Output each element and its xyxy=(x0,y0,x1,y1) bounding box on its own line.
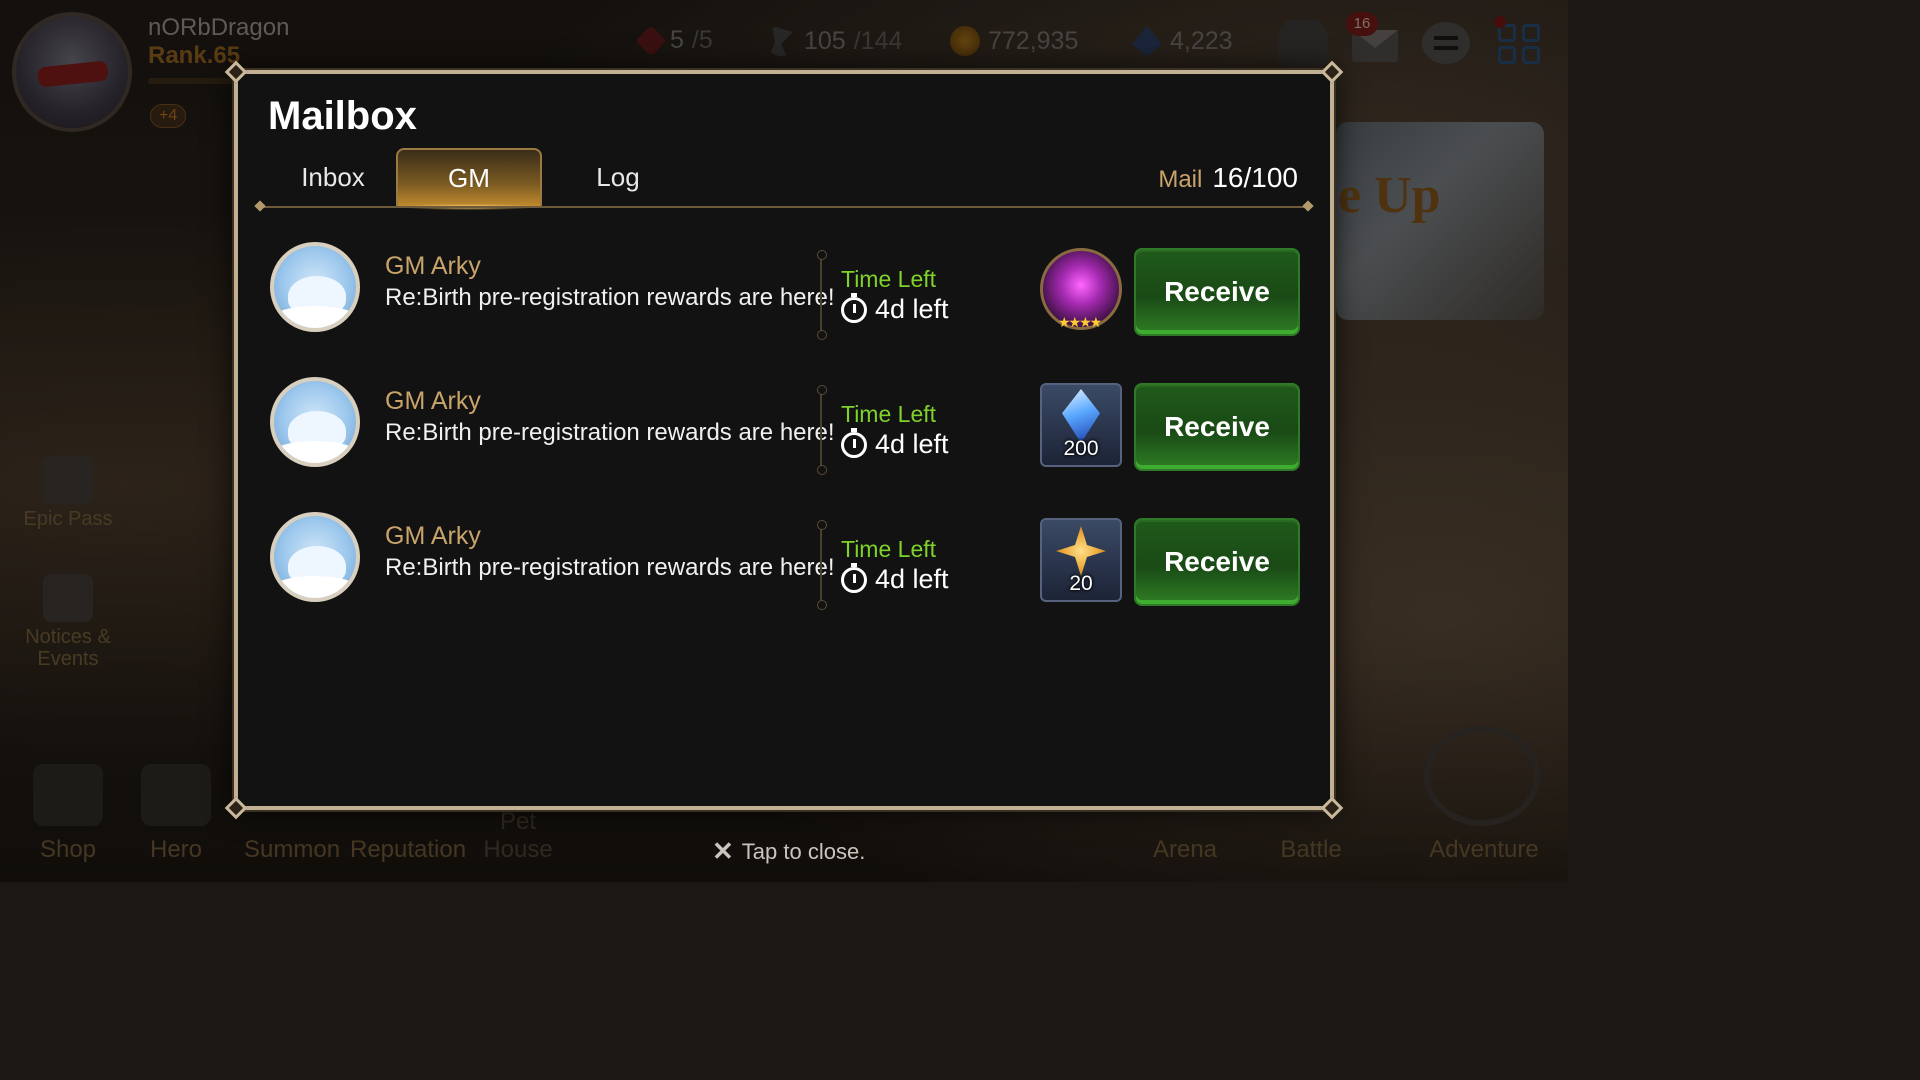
close-icon: ✕ xyxy=(712,836,734,866)
tab-gm[interactable]: GM xyxy=(396,148,542,206)
sender-avatar xyxy=(270,512,360,602)
mailbox-title: Mailbox xyxy=(268,94,417,138)
sender-name: GM Arky xyxy=(385,387,481,415)
mail-capacity: Mail 16/100 xyxy=(1158,162,1298,194)
sender-name: GM Arky xyxy=(385,522,481,550)
stopwatch-icon xyxy=(841,427,867,458)
mail-item[interactable]: GM Arky Re:Birth pre-registration reward… xyxy=(264,377,1304,512)
time-left-label: Time Left xyxy=(841,266,937,292)
tab-log[interactable]: Log xyxy=(548,148,688,206)
mail-subject: Re:Birth pre-registration rewards are he… xyxy=(385,284,835,311)
reward-stars: ★★★★ xyxy=(1058,314,1102,330)
tab-divider xyxy=(258,206,1310,208)
time-left-label: Time Left xyxy=(841,536,937,562)
sender-avatar xyxy=(270,242,360,332)
mailbox-dialog: Mailbox Inbox GM Log Mail 16/100 GM Arky… xyxy=(224,60,1344,820)
receive-button[interactable]: Receive xyxy=(1134,383,1300,471)
receive-button[interactable]: Receive xyxy=(1134,248,1300,336)
mail-capacity-label: Mail xyxy=(1158,166,1203,193)
mail-list: GM Arky Re:Birth pre-registration reward… xyxy=(264,242,1304,647)
sender-avatar xyxy=(270,377,360,467)
reward-quantity: 200 xyxy=(1063,437,1099,460)
stopwatch-icon xyxy=(841,292,867,323)
time-left-value: 4d left xyxy=(841,427,949,460)
tab-inbox[interactable]: Inbox xyxy=(278,148,388,206)
mail-capacity-value: 16/100 xyxy=(1212,162,1298,193)
stopwatch-icon xyxy=(841,562,867,593)
time-left-value: 4d left xyxy=(841,292,949,325)
mail-item[interactable]: GM Arky Re:Birth pre-registration reward… xyxy=(264,242,1304,377)
row-divider xyxy=(817,385,827,475)
time-left-value: 4d left xyxy=(841,562,949,595)
tap-to-close[interactable]: ✕ Tap to close. xyxy=(712,836,865,867)
mailbox-tabs: Inbox GM Log xyxy=(258,148,1310,210)
mail-subject: Re:Birth pre-registration rewards are he… xyxy=(385,554,835,581)
sender-name: GM Arky xyxy=(385,252,481,280)
mail-item[interactable]: GM Arky Re:Birth pre-registration reward… xyxy=(264,512,1304,647)
row-divider xyxy=(817,250,827,340)
mail-subject: Re:Birth pre-registration rewards are he… xyxy=(385,419,835,446)
reward-quantity: 20 xyxy=(1069,572,1093,595)
receive-button[interactable]: Receive xyxy=(1134,518,1300,606)
time-left-label: Time Left xyxy=(841,401,937,427)
row-divider xyxy=(817,520,827,610)
